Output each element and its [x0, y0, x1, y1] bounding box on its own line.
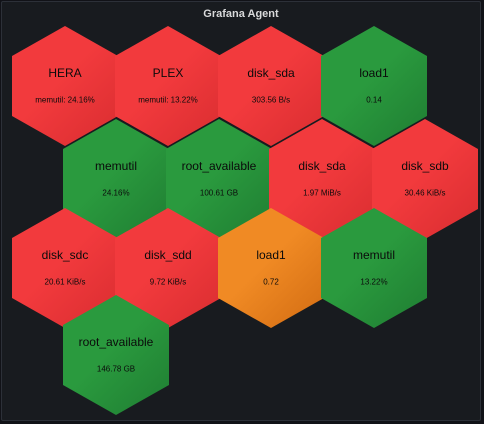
hexagon-value: 30.46 KiB/s: [404, 188, 446, 198]
hexagon-value: 1.97 MiB/s: [303, 188, 341, 198]
hexagon-name: disk_sda: [298, 158, 346, 173]
hexagon-name: disk_sdd: [144, 247, 192, 262]
hexagon-name: disk_sdb: [401, 158, 449, 173]
hexagon-name: root_available: [78, 334, 154, 349]
hexagon-grid: HERA memutil: 24.16% PLEX memutil: 13.22% di…: [2, 2, 482, 422]
hexagon-value: 0.72: [263, 277, 279, 287]
hexagon-value: 9.72 KiB/s: [149, 277, 187, 287]
hexagon-name: disk_sdc: [41, 247, 89, 262]
hexagon-value: 303.56 B/s: [251, 95, 291, 105]
hexagon-name: PLEX: [152, 65, 184, 80]
hexagon-name: HERA: [48, 65, 82, 80]
hexagon-value: 0.14: [366, 95, 382, 105]
hexagon-value: 20.61 KiB/s: [44, 277, 86, 287]
hexagon-value: memutil: 24.16%: [35, 95, 95, 105]
hexagon-value: 24.16%: [102, 188, 130, 198]
hexagon-name: load1: [256, 247, 286, 262]
hexagon-value: 146.78 GB: [96, 364, 136, 374]
hexagon-name: load1: [359, 65, 389, 80]
hexagon-name: memutil: [94, 158, 137, 173]
panel: Grafana Agent HERA memutil: 24.16% PLEX mem…: [1, 1, 481, 421]
hexagon-name: disk_sda: [247, 65, 295, 80]
hexagon-value: 13.22%: [360, 277, 388, 287]
hexagon-value: 100.61 GB: [199, 188, 239, 198]
hexagon-name: memutil: [352, 247, 395, 262]
hexagon-value: memutil: 13.22%: [138, 95, 198, 105]
hexagon-name: root_available: [181, 158, 257, 173]
